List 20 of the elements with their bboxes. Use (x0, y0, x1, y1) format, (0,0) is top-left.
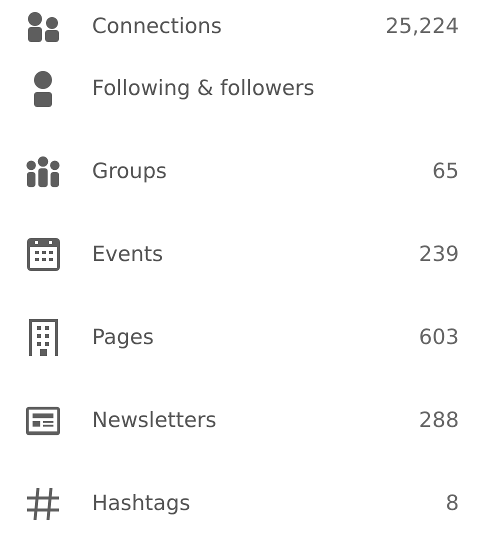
newspaper-icon (26, 406, 60, 436)
building-icon (28, 319, 58, 356)
item-count: 25,224 (386, 13, 459, 40)
nav-link[interactable]: Pages (92, 322, 419, 354)
nav-link[interactable]: Hashtags (92, 488, 446, 520)
nav-link[interactable]: Newsletters (92, 404, 419, 436)
nav-link[interactable]: Connections (92, 11, 386, 43)
calendar-icon (26, 238, 60, 271)
hashtag-icon (26, 488, 60, 520)
item-count: 239 (418, 240, 459, 268)
people-icon (26, 12, 60, 42)
item-count: 8 (446, 490, 459, 517)
item-count: 65 (432, 158, 459, 185)
nav-link[interactable]: Groups (92, 156, 432, 188)
item-count: 603 (418, 324, 459, 351)
item-count: 288 (418, 406, 459, 434)
nav-link[interactable]: Following & followers (92, 72, 459, 104)
nav-link[interactable]: Events (92, 238, 419, 270)
group-icon (26, 155, 60, 188)
person-icon (33, 70, 53, 106)
